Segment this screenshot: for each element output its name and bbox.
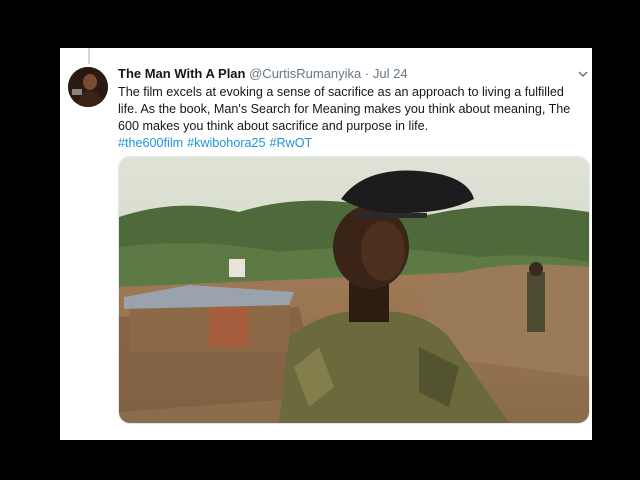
thread-line bbox=[88, 48, 90, 64]
photo-soldier-in-camp bbox=[119, 157, 589, 423]
author-handle[interactable]: @CurtisRumanyika bbox=[249, 66, 361, 81]
author-name[interactable]: The Man With A Plan bbox=[118, 66, 245, 81]
tweet-card[interactable]: The Man With A Plan @CurtisRumanyika · J… bbox=[60, 48, 592, 440]
tweet-header: The Man With A Plan @CurtisRumanyika · J… bbox=[118, 65, 578, 83]
chevron-down-icon[interactable] bbox=[578, 69, 588, 79]
tweet-text: The film excels at evoking a sense of sa… bbox=[118, 85, 571, 133]
hashtag-link[interactable]: #RwOT bbox=[270, 136, 313, 150]
tweet-body: The film excels at evoking a sense of sa… bbox=[118, 84, 580, 152]
hashtag-list: #the600film #kwibohora25 #RwOT bbox=[118, 135, 580, 152]
separator-dot: · bbox=[364, 66, 370, 81]
hashtag-link[interactable]: #kwibohora25 bbox=[187, 136, 265, 150]
avatar[interactable] bbox=[68, 67, 108, 107]
avatar-image bbox=[68, 67, 108, 107]
tweet-photo[interactable] bbox=[118, 156, 590, 424]
hashtag-link[interactable]: #the600film bbox=[118, 136, 183, 150]
tweet-date[interactable]: Jul 24 bbox=[373, 66, 408, 81]
